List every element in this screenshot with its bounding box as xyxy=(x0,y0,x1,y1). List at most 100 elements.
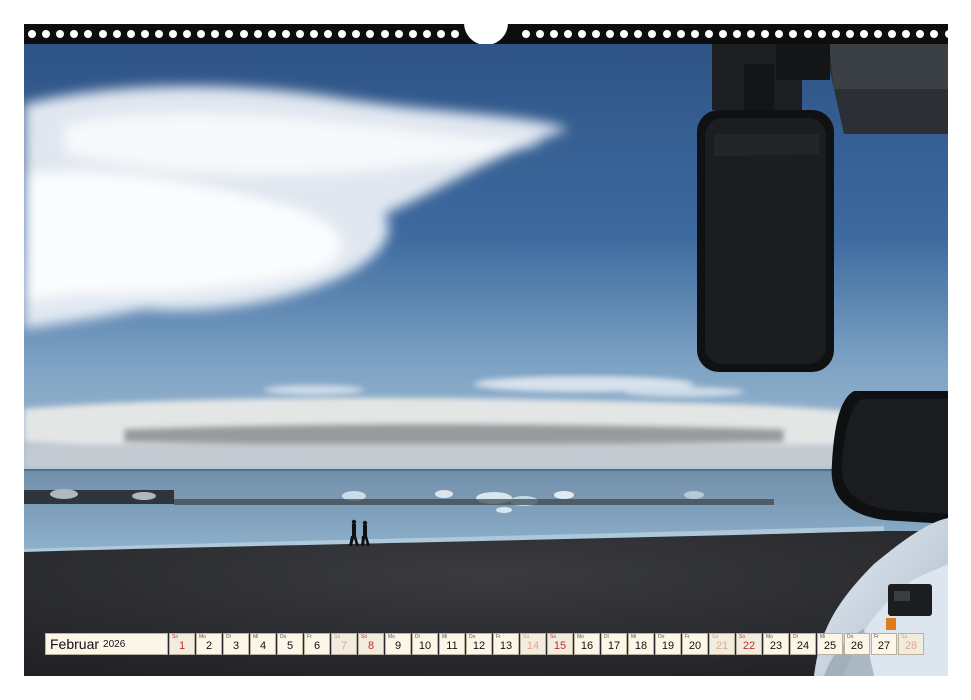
day-number: 2 xyxy=(205,640,213,652)
lower-mirror xyxy=(831,391,948,524)
day-cells: So 1 Mo 2 Di 3 Mi 4 Do 5 Fr 6 Sa 7 So 8 Mo 9 Di 10 Mi 11 Do 12 F… xyxy=(168,633,924,655)
day-number: 23 xyxy=(769,640,783,652)
binding-hole xyxy=(352,30,361,38)
day-number: 21 xyxy=(715,640,729,652)
day-cell: So 1 xyxy=(169,633,195,655)
binding-hole xyxy=(42,30,51,38)
binding-hole xyxy=(338,30,347,38)
binding-hole xyxy=(98,30,107,38)
day-cell: Fr 27 xyxy=(871,633,897,655)
binding-hole xyxy=(521,30,530,38)
binding-hole xyxy=(436,30,445,38)
day-number: 22 xyxy=(742,640,756,652)
landscape-photo xyxy=(24,44,948,676)
day-cell: Do 26 xyxy=(844,633,870,655)
binding-hole xyxy=(916,30,925,38)
day-cell: Sa 14 xyxy=(520,633,546,655)
day-cell: So 22 xyxy=(736,633,762,655)
binding-hole xyxy=(817,30,826,38)
day-number: 1 xyxy=(178,640,186,652)
binding-hole xyxy=(944,30,953,38)
side-mirror xyxy=(697,64,834,372)
day-number: 8 xyxy=(367,640,375,652)
day-number: 25 xyxy=(823,640,837,652)
day-cell: Mo 23 xyxy=(763,633,789,655)
binding-hole xyxy=(295,30,304,38)
binding-hole xyxy=(324,30,333,38)
binding-hole xyxy=(380,30,389,38)
binding-hole xyxy=(239,30,248,38)
binding-hole xyxy=(634,30,643,38)
day-cell: So 8 xyxy=(358,633,384,655)
day-number: 17 xyxy=(607,640,621,652)
day-number: 16 xyxy=(580,640,594,652)
day-cell: So 15 xyxy=(547,633,573,655)
month-year: 2026 xyxy=(103,638,126,650)
day-number: 26 xyxy=(850,640,864,652)
photo-illustration xyxy=(24,44,948,676)
binding-hole xyxy=(28,30,36,38)
day-cell: Mi 11 xyxy=(439,633,465,655)
month-name: Februar xyxy=(50,636,100,652)
binding-hole xyxy=(84,30,93,38)
binding-hole xyxy=(211,30,220,38)
binding-hole xyxy=(845,30,854,38)
day-number: 14 xyxy=(526,640,540,652)
binding-hole xyxy=(803,30,812,38)
day-number: 6 xyxy=(313,640,321,652)
binding-hole xyxy=(112,30,121,38)
binding-hole xyxy=(535,30,544,38)
binding-hole xyxy=(789,30,798,38)
day-cell: Mi 25 xyxy=(817,633,843,655)
day-cell: Di 3 xyxy=(223,633,249,655)
binding-hole xyxy=(775,30,784,38)
day-number: 3 xyxy=(232,640,240,652)
binding-hole xyxy=(394,30,403,38)
binding-hole xyxy=(718,30,727,38)
binding-hole xyxy=(690,30,699,38)
binding-hole xyxy=(662,30,671,38)
binding-hole xyxy=(183,30,192,38)
binding-hole xyxy=(408,30,417,38)
binding-hole xyxy=(267,30,276,38)
day-cell: Fr 6 xyxy=(304,633,330,655)
day-cell: Fr 20 xyxy=(682,633,708,655)
binding-hole xyxy=(70,30,79,38)
day-cell: Mi 4 xyxy=(250,633,276,655)
day-cell: Mo 2 xyxy=(196,633,222,655)
day-number: 19 xyxy=(661,640,675,652)
day-number: 15 xyxy=(553,640,567,652)
day-cell: Mo 16 xyxy=(574,633,600,655)
binding-hole xyxy=(761,30,770,38)
day-cell: Sa 21 xyxy=(709,633,735,655)
day-number: 13 xyxy=(499,640,513,652)
binding-hole xyxy=(197,30,206,38)
binding-hole xyxy=(620,30,629,38)
binding-hole xyxy=(451,30,459,38)
binding-hole xyxy=(592,30,600,38)
day-cell: Sa 28 xyxy=(898,633,924,655)
month-label: Februar 2026 xyxy=(45,633,168,655)
day-cell: Fr 13 xyxy=(493,633,519,655)
binding-hole xyxy=(577,30,586,38)
cloud-bank xyxy=(24,397,948,469)
day-cell: Mo 9 xyxy=(385,633,411,655)
day-cell: Di 10 xyxy=(412,633,438,655)
day-cell: Di 17 xyxy=(601,633,627,655)
binding-hole xyxy=(281,30,290,38)
day-cell: Mi 18 xyxy=(628,633,654,655)
day-number: 27 xyxy=(877,640,891,652)
day-number: 28 xyxy=(904,640,918,652)
binding-hole xyxy=(126,30,135,38)
binding-hole xyxy=(888,30,897,38)
binding-hole xyxy=(563,30,572,38)
binding-hole xyxy=(253,30,262,38)
binding-hole xyxy=(902,30,911,38)
binding-hole xyxy=(831,30,840,38)
binding-hole xyxy=(549,30,558,38)
day-number: 4 xyxy=(259,640,267,652)
binding-hole xyxy=(676,30,685,38)
day-number: 20 xyxy=(688,640,702,652)
day-cell: Do 5 xyxy=(277,633,303,655)
binding-hole xyxy=(422,30,431,38)
